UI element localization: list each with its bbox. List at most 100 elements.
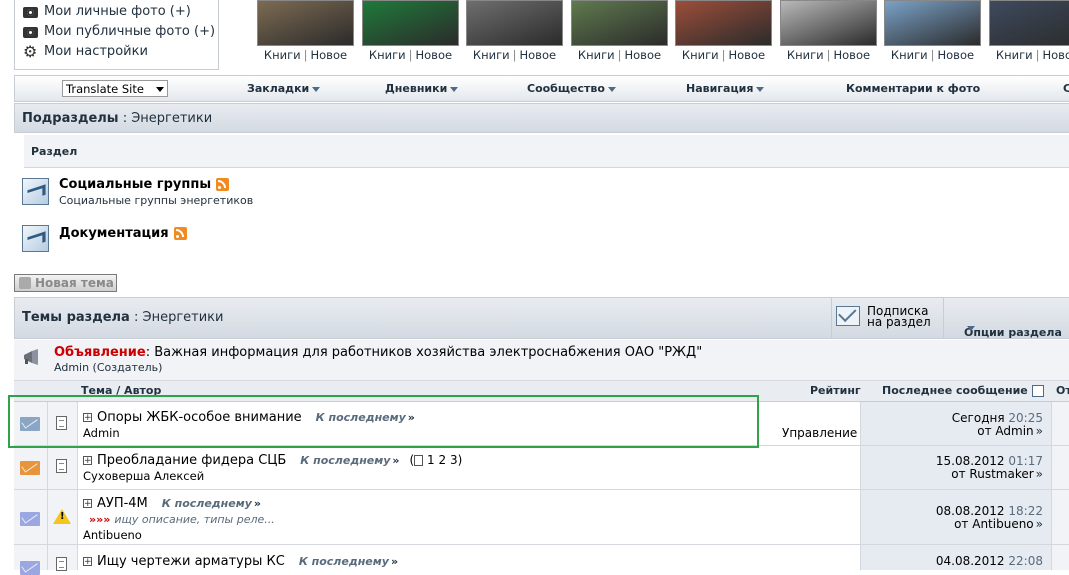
thumbnail-image[interactable] — [362, 0, 459, 46]
section-options-label: Опции раздела — [964, 326, 1062, 339]
go-to-last-link[interactable]: К последнему» — [299, 555, 398, 568]
books-link[interactable]: Книги — [682, 48, 719, 62]
announcement-text: Важная информация для работников хозяйст… — [154, 345, 703, 360]
thread-title[interactable]: Ищу чертежи арматуры КС — [97, 554, 285, 569]
announcement-row: Объявление: Важная информация для работн… — [14, 340, 1069, 381]
separator: | — [1035, 48, 1040, 62]
books-link[interactable]: Книги — [891, 48, 928, 62]
rss-icon[interactable] — [216, 178, 230, 191]
thread-author[interactable]: Admin — [83, 426, 120, 440]
threads-forum-link[interactable]: Энергетики — [143, 310, 224, 325]
thread-pages[interactable]: ( 1 2 3) — [410, 453, 463, 467]
thumbnail-image[interactable] — [675, 0, 772, 46]
forum-title-social-groups[interactable]: Социальные группы — [59, 177, 211, 192]
column-extra[interactable]: От — [1056, 384, 1069, 397]
thumbnail-image[interactable] — [780, 0, 877, 46]
last-post-by[interactable]: от Antibueno» — [954, 517, 1043, 531]
separator: | — [721, 48, 726, 62]
thread-author[interactable]: Суховерша Алексей — [83, 469, 204, 483]
nav-diaries[interactable]: Дневники — [385, 82, 459, 95]
thread-title[interactable]: Опоры ЖБК-особое внимание — [97, 410, 302, 425]
forum-title-documentation[interactable]: Документация — [59, 226, 169, 241]
threads-title: Темы раздела : Энергетики — [22, 310, 224, 325]
forum-folder-icon — [22, 225, 49, 252]
subscribe-section-button[interactable]: Подписка на раздел — [831, 298, 956, 338]
separator: | — [408, 48, 413, 62]
my-settings-link[interactable]: ⚙ Мои настройки — [23, 43, 148, 59]
new-link[interactable]: Новое — [310, 48, 347, 62]
nav-more[interactable]: С — [1063, 82, 1069, 95]
document-icon — [56, 459, 67, 473]
new-topic-button[interactable]: Новая тема — [14, 274, 117, 292]
nav-community[interactable]: Сообщество — [527, 82, 616, 95]
nav-navigation[interactable]: Навигация — [686, 82, 765, 95]
last-post-by[interactable]: от Admin» — [977, 424, 1043, 438]
expand-icon[interactable]: + — [83, 413, 92, 423]
new-link[interactable]: Новое — [415, 48, 452, 62]
thread-status-icon — [20, 512, 40, 526]
document-icon — [56, 416, 67, 430]
go-to-last-link[interactable]: К последнему» — [316, 411, 415, 424]
books-link[interactable]: Книги — [578, 48, 615, 62]
thread-author[interactable]: Antibueno — [83, 528, 142, 542]
translate-site-select[interactable]: Translate Site — [62, 80, 168, 97]
chevron-down-icon — [450, 86, 459, 92]
announcement-title[interactable]: Объявление: Важная информация для работн… — [54, 345, 702, 360]
books-link[interactable]: Книги — [264, 48, 301, 62]
thread-rating: Управление — [782, 426, 858, 440]
thread-preview: »»» ищу описание, типы реле... — [89, 513, 275, 526]
user-menu: Мои личные фото (+) Мои публичные фото (… — [14, 0, 219, 70]
new-link[interactable]: Новое — [1042, 48, 1069, 62]
thumbnail-image[interactable] — [466, 0, 563, 46]
column-topic-author[interactable]: Тема / Автор — [81, 384, 161, 397]
books-link[interactable]: Книги — [787, 48, 824, 62]
thumbnail-image[interactable] — [257, 0, 354, 46]
thumbnail-image[interactable] — [989, 0, 1069, 46]
books-link[interactable]: Книги — [996, 48, 1033, 62]
warning-icon — [53, 509, 71, 524]
new-link[interactable]: Новое — [833, 48, 870, 62]
photo-thumbnail: Книги|Новое — [989, 0, 1069, 64]
pages-icon — [414, 455, 424, 466]
separator: | — [303, 48, 308, 62]
announcement-author[interactable]: Admin (Создатель) — [54, 361, 162, 374]
books-link[interactable]: Книги — [473, 48, 510, 62]
my-public-photos-link[interactable]: Мои публичные фото (+) — [23, 24, 215, 39]
nav-photo-comments-label: Комментарии к фото — [846, 82, 981, 95]
nav-bookmarks[interactable]: Закладки — [247, 82, 321, 95]
thumbnail-links: Книги|Новое — [989, 48, 1069, 62]
expand-icon[interactable]: + — [83, 499, 92, 509]
new-topic-icon — [19, 277, 31, 289]
books-link[interactable]: Книги — [369, 48, 406, 62]
last-post-date: 15.08.2012 01:17 — [935, 454, 1043, 468]
new-link[interactable]: Новое — [728, 48, 765, 62]
megaphone-icon — [24, 349, 38, 365]
go-to-last-link[interactable]: К последнему» — [162, 497, 261, 510]
my-private-photos-link[interactable]: Мои личные фото (+) — [23, 4, 191, 19]
new-link[interactable]: Новое — [937, 48, 974, 62]
section-options-button[interactable]: Опции раздела — [943, 298, 1064, 339]
last-post-by[interactable]: от Rustmaker» — [951, 467, 1043, 481]
thread-row: + Преобладание фидера СЦБ К последнему» ( 1… — [14, 446, 1069, 490]
new-topic-label: Новая тема — [35, 276, 114, 290]
new-link[interactable]: Новое — [624, 48, 661, 62]
new-link[interactable]: Новое — [519, 48, 556, 62]
thread-status-icon — [20, 461, 40, 475]
nav-photo-comments[interactable]: Комментарии к фото — [846, 82, 980, 95]
chevron-down-icon — [756, 86, 765, 92]
thread-title[interactable]: АУП-4М — [97, 496, 148, 511]
subsections-forum-link[interactable]: Энергетики — [131, 111, 212, 126]
rss-icon[interactable] — [173, 227, 187, 240]
thumbnail-image[interactable] — [884, 0, 981, 46]
expand-icon[interactable]: + — [83, 456, 92, 466]
thread-title[interactable]: Преобладание фидера СЦБ — [97, 453, 286, 468]
go-to-last-link[interactable]: К последнему» — [300, 454, 399, 467]
subsections-title: Подразделы : Энергетики — [22, 111, 213, 126]
column-rating[interactable]: Рейтинг — [810, 384, 861, 397]
threads-header: Темы раздела : Энергетики Подписка на раз… — [14, 297, 1069, 339]
separator: | — [826, 48, 831, 62]
thumbnail-image[interactable] — [571, 0, 668, 46]
expand-icon[interactable]: + — [83, 557, 92, 567]
photo-thumbnail: Книги|Новое — [362, 0, 462, 64]
column-last-post[interactable]: Последнее сообщение — [882, 384, 1044, 397]
